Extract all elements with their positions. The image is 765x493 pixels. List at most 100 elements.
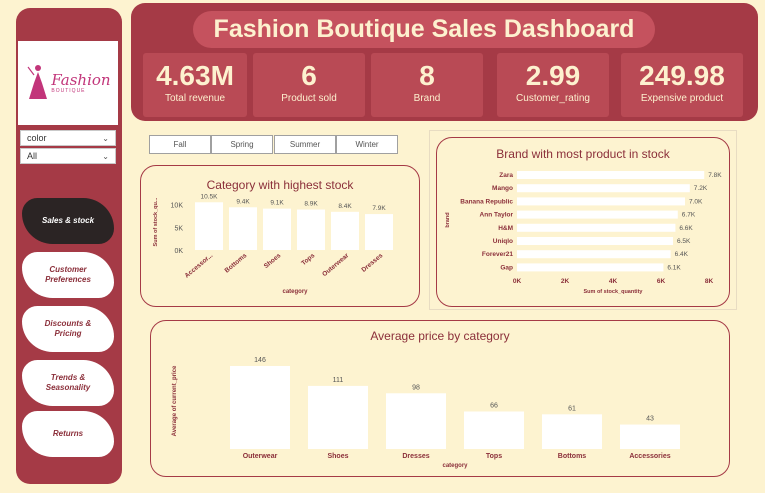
bar bbox=[517, 250, 671, 259]
season-winter-button[interactable]: Winter bbox=[336, 135, 398, 154]
bar bbox=[386, 393, 446, 449]
y-axis-title: Sum of stock_qu... bbox=[153, 197, 159, 246]
dashboard-title: Fashion Boutique Sales Dashboard bbox=[193, 11, 655, 48]
season-label: Summer bbox=[289, 140, 321, 149]
data-label: 7.2K bbox=[694, 185, 708, 192]
x-tick-label: Bottoms bbox=[558, 453, 586, 460]
x-tick-label: Dresses bbox=[360, 252, 384, 274]
nav-sales-stock[interactable]: Sales & stock bbox=[22, 198, 114, 244]
y-tick-label: Zara bbox=[499, 172, 513, 179]
kpi-brand: 8 Brand bbox=[371, 53, 483, 117]
chevron-down-icon: ⌄ bbox=[102, 133, 109, 143]
x-axis-title: category bbox=[442, 463, 468, 469]
y-tick-label: Mango bbox=[492, 185, 513, 192]
bar bbox=[195, 202, 223, 250]
y-axis-title: Average of current_price bbox=[172, 365, 178, 436]
y-tick-label: 0K bbox=[174, 248, 183, 255]
season-summer-button[interactable]: Summer bbox=[274, 135, 336, 154]
bar bbox=[620, 424, 680, 449]
stock-by-category-chart: 0K 5K 10K Sum of stock_qu... 10.5K Accessor..… bbox=[153, 193, 393, 295]
x-tick-label: Outerwear bbox=[321, 252, 350, 278]
y-tick-label: Forever21 bbox=[482, 251, 513, 258]
bar bbox=[517, 184, 690, 193]
y-tick-label: Gap bbox=[500, 264, 513, 271]
x-tick-label: Tops bbox=[486, 453, 502, 460]
data-label: 146 bbox=[254, 357, 266, 364]
season-label: Winter bbox=[355, 140, 379, 149]
nav-discounts-pricing[interactable]: Discounts & Pricing bbox=[22, 306, 114, 352]
kpi-expensive-product: 249.98 Expensive product bbox=[621, 53, 743, 117]
x-tick-label: Shoes bbox=[327, 453, 348, 460]
kpi-value: 6 bbox=[301, 60, 317, 91]
nav-label: Returns bbox=[52, 429, 84, 438]
chevron-down-icon: ⌄ bbox=[102, 151, 109, 161]
nav-customer-preferences[interactable]: Customer Preferences bbox=[22, 252, 114, 298]
y-tick-label: Banana Republic bbox=[460, 198, 513, 205]
bar bbox=[517, 197, 685, 206]
bar bbox=[464, 411, 524, 449]
color-slicer-header[interactable]: color ⌄ bbox=[20, 130, 116, 146]
bar bbox=[297, 209, 325, 250]
color-slicer-dropdown[interactable]: All ⌄ bbox=[20, 148, 116, 164]
season-label: Spring bbox=[230, 140, 254, 149]
sidebar: Fashion BOUTIQUE color ⌄ All ⌄ Sales & s… bbox=[16, 8, 122, 484]
kpi-value: 2.99 bbox=[525, 60, 581, 91]
header-panel: Fashion Boutique Sales Dashboard 4.63M T… bbox=[131, 3, 758, 121]
x-tick-label: Shoes bbox=[263, 252, 283, 270]
avg-price-chart: 146 Outerwear 111 Shoes 98 Dresses 66 Tops 61 Bot… bbox=[172, 357, 680, 469]
data-label: 8.4K bbox=[338, 203, 352, 210]
kpi-value: 4.63M bbox=[156, 60, 234, 91]
bar bbox=[517, 237, 673, 245]
y-tick-label: 10K bbox=[171, 203, 184, 210]
kpi-customer-rating: 2.99 Customer_rating bbox=[497, 53, 609, 117]
x-tick-label: Outerwear bbox=[243, 453, 278, 460]
kpi-label: Product sold bbox=[281, 92, 337, 104]
bar bbox=[308, 385, 368, 449]
x-tick-label: 8K bbox=[705, 278, 714, 285]
data-label: 7.9K bbox=[372, 205, 386, 212]
season-fall-button[interactable]: Fall bbox=[149, 135, 211, 154]
y-tick-label: Uniqlo bbox=[493, 238, 513, 245]
data-label: 43 bbox=[646, 416, 654, 423]
dress-figure-icon bbox=[27, 65, 48, 99]
kpi-label: Brand bbox=[413, 92, 441, 104]
bar bbox=[517, 171, 705, 179]
nav-label: Sales & stock bbox=[41, 216, 95, 225]
data-label: 7.8K bbox=[708, 172, 722, 179]
nav-returns[interactable]: Returns bbox=[22, 411, 114, 457]
nav-trends-seasonality[interactable]: Trends & Seasonality bbox=[22, 360, 114, 406]
avg-price-card: Average price by category 146 Outerwear 11… bbox=[150, 320, 730, 477]
data-label: 7.0K bbox=[689, 198, 703, 205]
data-label: 66 bbox=[490, 402, 498, 409]
bar bbox=[229, 207, 257, 250]
x-tick-label: Tops bbox=[300, 252, 316, 267]
x-tick-label: 0K bbox=[513, 278, 522, 285]
color-slicer-label: color bbox=[27, 133, 47, 143]
kpi-value: 8 bbox=[419, 60, 435, 91]
x-tick-label: 2K bbox=[561, 278, 570, 285]
kpi-value: 249.98 bbox=[639, 60, 725, 91]
brand-stock-card: Brand with most product in stock Zara 7.8… bbox=[436, 137, 730, 307]
bar bbox=[517, 210, 678, 219]
brand-logo: Fashion BOUTIQUE bbox=[18, 41, 118, 125]
data-label: 10.5K bbox=[201, 193, 219, 200]
kpi-label: Customer_rating bbox=[516, 92, 590, 104]
nav-label: Customer Preferences bbox=[45, 265, 91, 284]
data-label: 6.7K bbox=[682, 212, 696, 219]
bar bbox=[331, 211, 359, 250]
data-label: 98 bbox=[412, 384, 420, 391]
data-label: 111 bbox=[333, 377, 344, 384]
kpi-total-revenue: 4.63M Total revenue bbox=[143, 53, 247, 117]
kpi-product-sold: 6 Product sold bbox=[253, 53, 365, 117]
data-label: 6.1K bbox=[667, 264, 681, 271]
season-spring-button[interactable]: Spring bbox=[211, 135, 273, 154]
data-label: 6.4K bbox=[675, 251, 689, 258]
x-axis-title: Sum of stock_quantity bbox=[584, 289, 644, 295]
data-label: 6.6K bbox=[679, 225, 693, 232]
season-label: Fall bbox=[173, 140, 187, 149]
y-axis-title: brand bbox=[445, 212, 451, 227]
kpi-label: Expensive product bbox=[640, 92, 724, 104]
bar bbox=[517, 263, 664, 272]
x-tick-label: Dresses bbox=[402, 453, 429, 460]
color-slicer-value: All bbox=[27, 151, 38, 161]
